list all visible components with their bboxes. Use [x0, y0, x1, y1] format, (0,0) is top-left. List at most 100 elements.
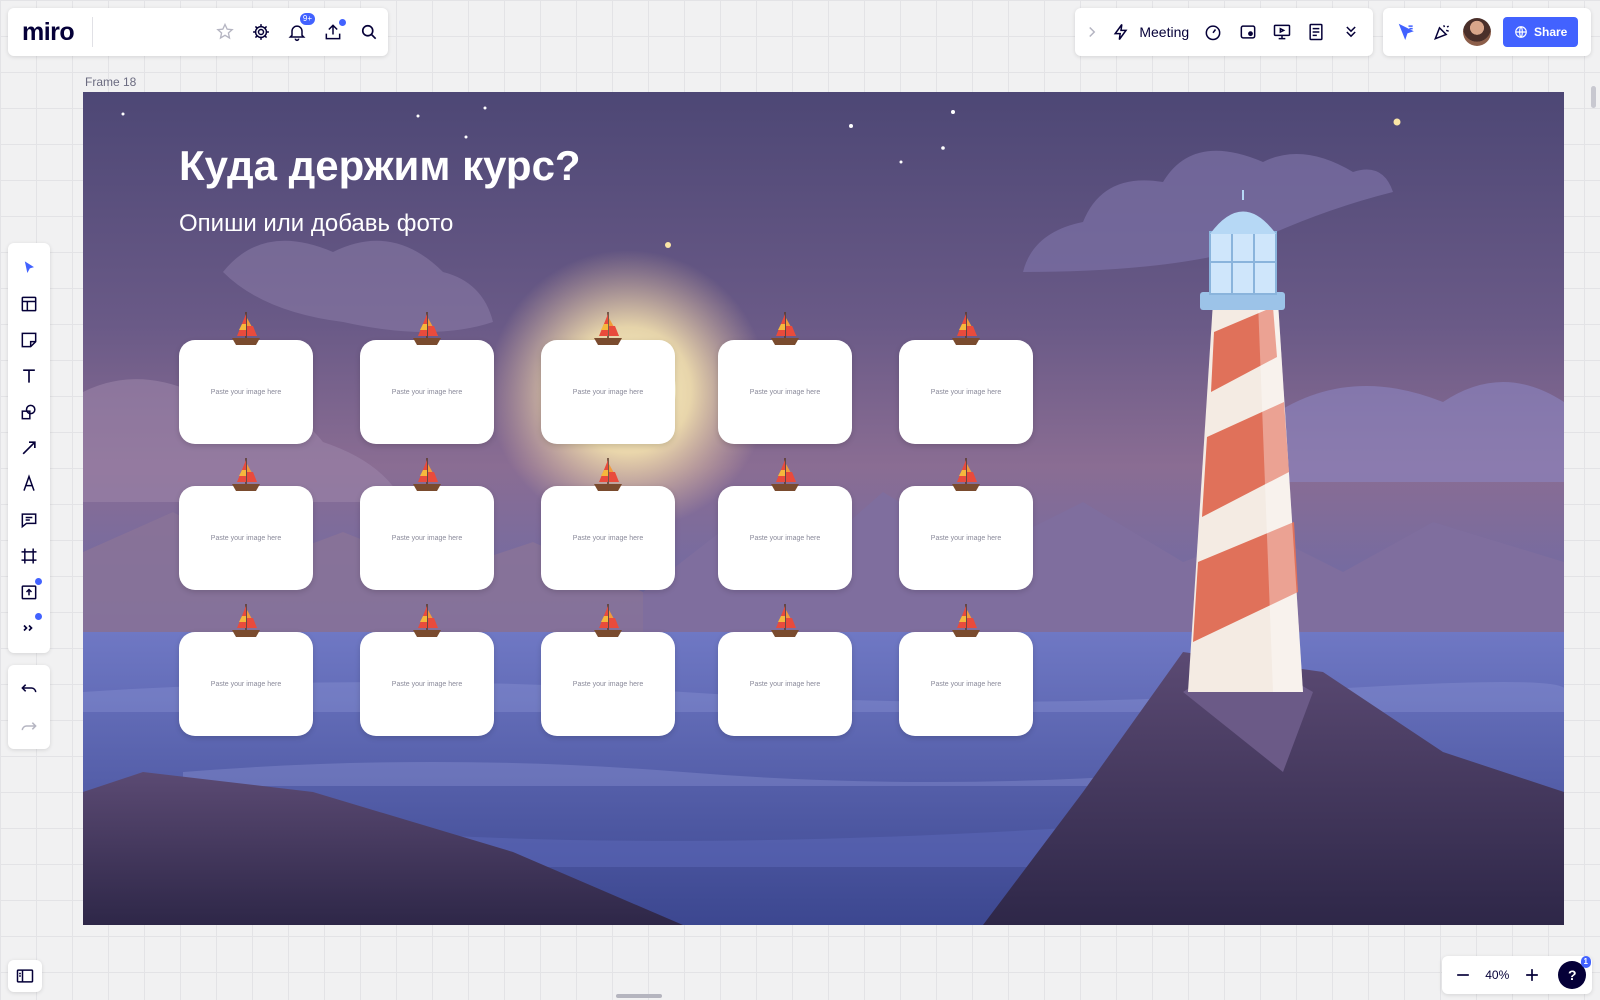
- image-card[interactable]: Paste your image here: [360, 312, 494, 444]
- minus-icon: [1456, 974, 1469, 976]
- miro-logo[interactable]: miro: [22, 18, 84, 47]
- sailboat-icon: [229, 310, 263, 348]
- celebrate-icon[interactable]: [1427, 17, 1457, 47]
- sticky-note-icon[interactable]: [14, 325, 44, 355]
- help-icon: ?: [1567, 967, 1577, 983]
- sailboat-icon: [410, 310, 444, 348]
- image-card-placeholder: Paste your image here: [749, 534, 821, 542]
- cursor-flag-icon[interactable]: [1391, 17, 1421, 47]
- share-button[interactable]: Share: [1503, 17, 1579, 47]
- comment-icon[interactable]: [14, 505, 44, 535]
- image-card-placeholder: Paste your image here: [572, 680, 644, 688]
- image-card-placeholder: Paste your image here: [391, 680, 463, 688]
- sidebar-toggle[interactable]: [8, 960, 42, 992]
- pen-icon[interactable]: [14, 469, 44, 499]
- image-card[interactable]: Paste your image here: [541, 604, 675, 736]
- star-icon[interactable]: [210, 17, 240, 47]
- image-card-placeholder: Paste your image here: [930, 680, 1002, 688]
- zoom-controls: 40% ? 1: [1442, 956, 1592, 994]
- image-card-placeholder: Paste your image here: [572, 388, 644, 396]
- zoom-level[interactable]: 40%: [1482, 968, 1513, 982]
- board-title[interactable]: Куда держим курс?: [179, 142, 581, 190]
- collaboration-toolbar: Meeting: [1075, 8, 1373, 56]
- image-card[interactable]: Paste your image here: [718, 458, 852, 590]
- image-card-placeholder: Paste your image here: [930, 388, 1002, 396]
- image-card-placeholder: Paste your image here: [749, 388, 821, 396]
- sailboat-icon: [229, 602, 263, 640]
- undo-icon[interactable]: [14, 673, 44, 703]
- notifications-bell-icon[interactable]: 9+: [282, 13, 315, 47]
- image-card[interactable]: Paste your image here: [179, 312, 313, 444]
- sailboat-icon: [591, 602, 625, 640]
- sailboat-icon: [768, 310, 802, 348]
- upload-icon[interactable]: [14, 577, 44, 607]
- zoom-in-button[interactable]: [1517, 960, 1547, 990]
- image-card-placeholder: Paste your image here: [749, 680, 821, 688]
- sailboat-icon: [229, 456, 263, 494]
- plus-icon: [1525, 969, 1538, 981]
- image-card[interactable]: Paste your image here: [179, 458, 313, 590]
- card-icon[interactable]: [1234, 17, 1262, 47]
- redo-icon[interactable]: [14, 711, 44, 741]
- image-card[interactable]: Paste your image here: [718, 312, 852, 444]
- more-tools-icon[interactable]: [14, 613, 44, 643]
- image-card[interactable]: Paste your image here: [899, 458, 1033, 590]
- sailboat-icon: [768, 602, 802, 640]
- sailboat-icon: [949, 602, 983, 640]
- image-card[interactable]: Paste your image here: [360, 458, 494, 590]
- image-card[interactable]: Paste your image here: [899, 604, 1033, 736]
- image-card-placeholder: Paste your image here: [210, 534, 282, 542]
- sailboat-icon: [410, 602, 444, 640]
- share-toolbar: Share: [1383, 8, 1591, 56]
- present-icon[interactable]: [1268, 17, 1296, 47]
- image-card[interactable]: Paste your image here: [179, 604, 313, 736]
- lightning-icon[interactable]: [1107, 17, 1135, 47]
- connection-line-icon[interactable]: [14, 433, 44, 463]
- image-card[interactable]: Paste your image here: [360, 604, 494, 736]
- image-card-placeholder: Paste your image here: [391, 388, 463, 396]
- lighthouse-tower: [1188, 190, 1303, 692]
- help-button[interactable]: ? 1: [1558, 956, 1591, 989]
- undo-redo-toolbar: [8, 665, 50, 749]
- sailboat-icon: [949, 310, 983, 348]
- notification-badge: 9+: [299, 13, 315, 25]
- export-dot: [339, 19, 346, 26]
- sailboat-icon: [410, 456, 444, 494]
- sidebar-panel-icon: [16, 969, 34, 983]
- image-card[interactable]: Paste your image here: [541, 312, 675, 444]
- notes-icon[interactable]: [1302, 17, 1330, 47]
- select-icon[interactable]: [14, 253, 44, 283]
- sailboat-icon: [591, 310, 625, 348]
- text-icon[interactable]: [14, 361, 44, 391]
- upload-dot: [35, 578, 42, 585]
- timer-icon[interactable]: [1199, 17, 1227, 47]
- frame-icon[interactable]: [14, 541, 44, 571]
- export-icon[interactable]: [318, 17, 348, 47]
- shapes-icon[interactable]: [14, 397, 44, 427]
- settings-icon[interactable]: [246, 17, 276, 47]
- image-card-placeholder: Paste your image here: [930, 534, 1002, 542]
- image-card[interactable]: Paste your image here: [541, 458, 675, 590]
- chevron-right-icon[interactable]: [1083, 17, 1101, 47]
- board-subtitle[interactable]: Опиши или добавь фото: [179, 210, 453, 238]
- zoom-out-button[interactable]: [1448, 960, 1478, 990]
- search-icon[interactable]: [354, 17, 384, 47]
- creation-toolbar: [8, 243, 50, 653]
- meeting-button[interactable]: Meeting: [1139, 24, 1189, 40]
- board-name-input[interactable]: [92, 17, 202, 47]
- image-card-placeholder: Paste your image here: [210, 680, 282, 688]
- horizontal-scrollbar[interactable]: [616, 994, 662, 998]
- frame-label[interactable]: Frame 18: [85, 75, 136, 89]
- share-label: Share: [1534, 25, 1568, 39]
- expand-chevrons-icon[interactable]: [1337, 17, 1365, 47]
- templates-icon[interactable]: [14, 289, 44, 319]
- more-tools-dot: [35, 613, 42, 620]
- board-frame[interactable]: Куда держим курс? Опиши или добавь фото …: [83, 92, 1564, 925]
- vertical-scrollbar[interactable]: [1591, 86, 1596, 108]
- user-avatar[interactable]: [1463, 18, 1491, 46]
- board-header: miro 9+: [8, 8, 388, 56]
- sailboat-icon: [768, 456, 802, 494]
- image-card[interactable]: Paste your image here: [718, 604, 852, 736]
- globe-icon: [1515, 26, 1527, 38]
- image-card[interactable]: Paste your image here: [899, 312, 1033, 444]
